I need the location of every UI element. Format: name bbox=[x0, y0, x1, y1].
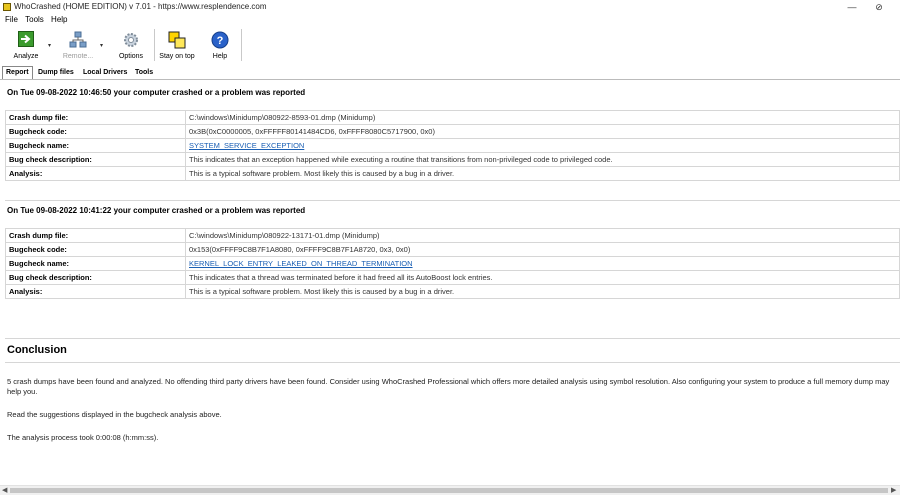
tab-tools[interactable]: Tools bbox=[132, 67, 156, 78]
options-button[interactable]: Options bbox=[111, 27, 151, 65]
title-bar: WhoCrashed (HOME EDITION) v 7.01 - https… bbox=[0, 0, 900, 14]
tab-bar: Report Dump files Local Drivers Tools bbox=[0, 66, 900, 80]
svg-text:?: ? bbox=[217, 35, 224, 47]
close-button[interactable]: ⊘ bbox=[870, 0, 888, 14]
remote-dropdown-icon[interactable]: ▾ bbox=[100, 42, 103, 49]
table-row: Bugcheck name: KERNEL_LOCK_ENTRY_LEAKED_O… bbox=[5, 256, 900, 271]
crash-report-table: Crash dump file: C:\windows\Minidump\0809… bbox=[5, 110, 900, 181]
table-row: Bug check description: This indicates tha… bbox=[5, 270, 900, 285]
crash-report-table: Crash dump file: C:\windows\Minidump\0809… bbox=[5, 228, 900, 299]
bugcheck-name-link[interactable]: KERNEL_LOCK_ENTRY_LEAKED_ON_THREAD_TERMI… bbox=[189, 259, 413, 268]
scroll-right-icon[interactable]: ▶ bbox=[891, 486, 896, 495]
tab-report[interactable]: Report bbox=[2, 66, 33, 79]
window-title: WhoCrashed (HOME EDITION) v 7.01 - https… bbox=[14, 2, 267, 11]
minimize-button[interactable]: — bbox=[843, 0, 861, 14]
analysis-duration: The analysis process took 0:00:08 (h:mm:… bbox=[7, 433, 159, 442]
section-divider bbox=[5, 338, 900, 339]
tab-dump-files[interactable]: Dump files bbox=[35, 67, 77, 78]
table-row: Bugcheck code: 0x3B(0xC0000005, 0xFFFFF80… bbox=[5, 124, 900, 139]
app-icon bbox=[3, 3, 11, 11]
section-divider bbox=[5, 200, 900, 201]
table-row: Crash dump file: C:\windows\Minidump\0809… bbox=[5, 228, 900, 243]
tab-local-drivers[interactable]: Local Drivers bbox=[80, 67, 130, 78]
menu-bar: File Tools Help bbox=[0, 14, 68, 26]
table-row: Bug check description: This indicates tha… bbox=[5, 152, 900, 167]
conclusion-title: Conclusion bbox=[7, 344, 67, 356]
crash-report-heading: On Tue 09-08-2022 10:41:22 your computer… bbox=[7, 206, 306, 215]
table-row: Bugcheck code: 0x153(0xFFFF9C8B7F1A8080, … bbox=[5, 242, 900, 257]
network-icon bbox=[69, 31, 87, 48]
analyze-dropdown-icon[interactable]: ▾ bbox=[48, 42, 51, 49]
gear-icon bbox=[124, 33, 138, 47]
bugcheck-name-link[interactable]: SYSTEM_SERVICE_EXCEPTION bbox=[189, 141, 304, 150]
analyze-button[interactable]: Analyze bbox=[6, 27, 46, 65]
conclusion-summary: 5 crash dumps have been found and analyz… bbox=[7, 377, 890, 396]
crash-report-heading: On Tue 09-08-2022 10:46:50 your computer… bbox=[7, 88, 306, 97]
remote-button[interactable]: Remote... bbox=[58, 27, 98, 65]
menu-help[interactable]: Help bbox=[51, 14, 67, 26]
toolbar-separator bbox=[241, 29, 242, 61]
conclusion-divider bbox=[5, 362, 900, 363]
stay-on-top-icon bbox=[168, 31, 186, 49]
menu-tools[interactable]: Tools bbox=[25, 14, 44, 26]
toolbar-separator bbox=[154, 29, 155, 61]
scrollbar-thumb[interactable] bbox=[10, 488, 888, 493]
table-row: Bugcheck name: SYSTEM_SERVICE_EXCEPTION bbox=[5, 138, 900, 153]
toolbar: Analyze ▾ Remote... ▾ Options Stay on to… bbox=[0, 27, 900, 65]
analyze-arrow-icon bbox=[18, 31, 34, 47]
conclusion-suggestion: Read the suggestions displayed in the bu… bbox=[7, 410, 222, 419]
menu-file[interactable]: File bbox=[5, 14, 18, 26]
help-icon: ? bbox=[211, 31, 229, 49]
horizontal-scrollbar[interactable]: ◀ ▶ bbox=[0, 485, 900, 495]
report-content: On Tue 09-08-2022 10:46:50 your computer… bbox=[0, 80, 900, 485]
stay-on-top-button[interactable]: Stay on top bbox=[156, 27, 198, 65]
help-button[interactable]: ? Help bbox=[203, 27, 237, 65]
scroll-left-icon[interactable]: ◀ bbox=[2, 486, 7, 495]
table-row: Analysis: This is a typical software prob… bbox=[5, 166, 900, 181]
table-row: Analysis: This is a typical software prob… bbox=[5, 284, 900, 299]
table-row: Crash dump file: C:\windows\Minidump\0809… bbox=[5, 110, 900, 125]
